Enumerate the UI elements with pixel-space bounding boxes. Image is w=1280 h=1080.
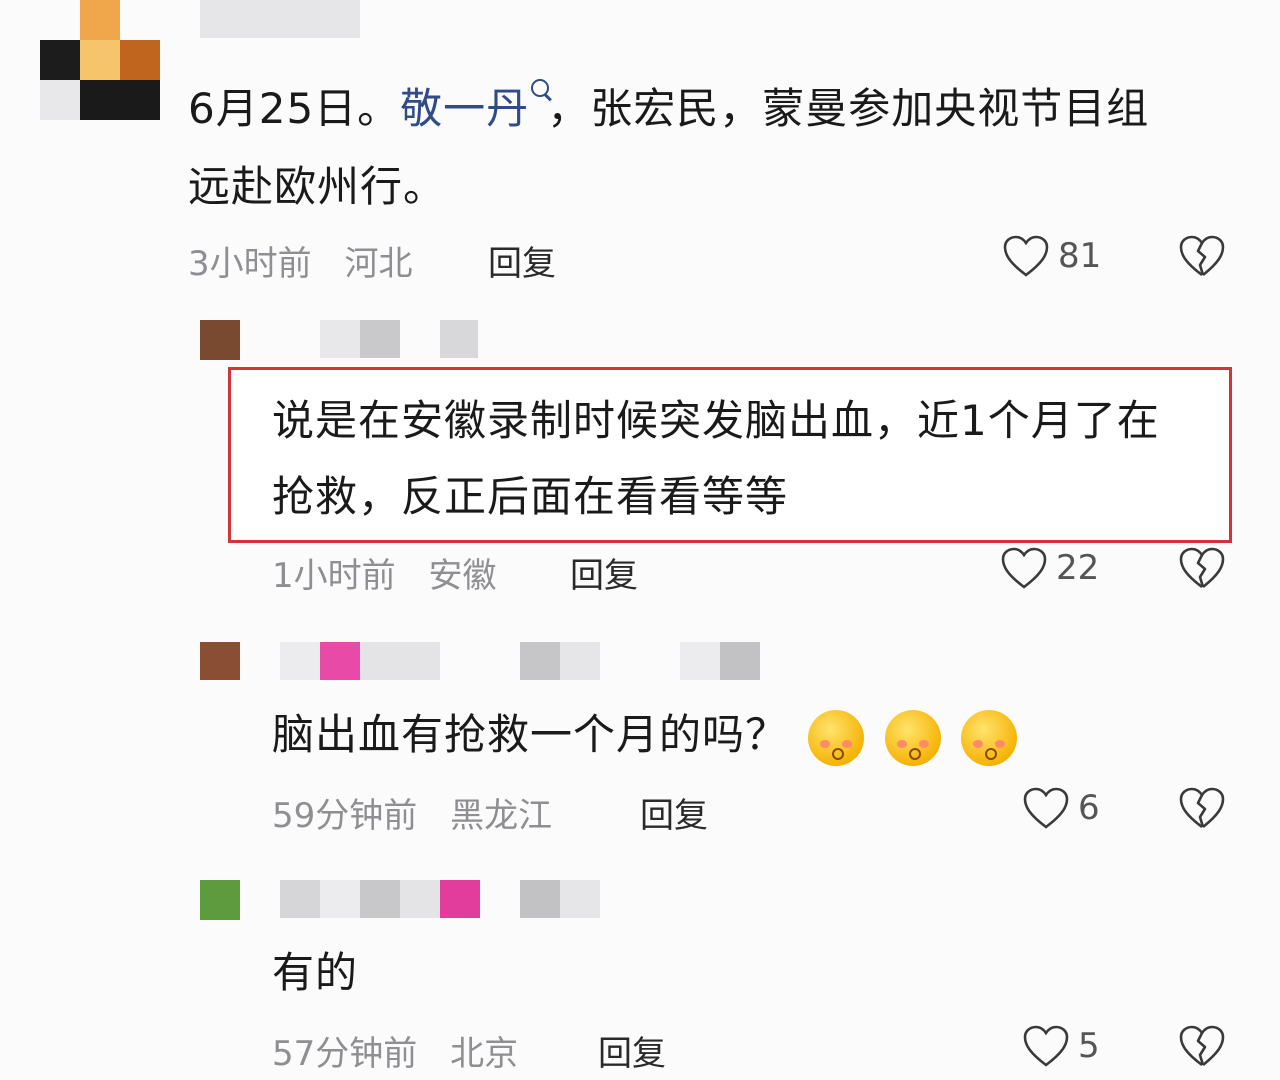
timestamp: 3小时前 [188,244,312,284]
topic-link[interactable]: 敬一丹 [400,79,550,133]
avatar[interactable] [200,320,240,360]
username-redacted-2 [520,880,600,918]
dislike-button[interactable] [1178,234,1226,282]
search-icon [531,79,550,97]
comment-text: 有的 [272,948,359,997]
username-redacted-3 [680,642,760,680]
broken-heart-icon [1179,1025,1225,1067]
like-button[interactable]: 5 [1022,1024,1100,1068]
heart-icon [1003,235,1049,277]
dislike-button[interactable] [1178,1024,1226,1072]
dislike-button[interactable] [1178,786,1226,834]
avatar[interactable] [200,880,240,920]
broken-heart-icon [1179,547,1225,589]
like-button[interactable]: 22 [1000,546,1099,590]
reply-button[interactable]: 回复 [598,1026,666,1075]
avatar[interactable] [200,642,240,680]
like-count: 6 [1078,788,1100,828]
reply-button[interactable]: 回复 [640,788,708,837]
comment-text: 说是在安徽录制时候突发脑出血，近1个月了在 [272,396,1160,445]
comment-meta: 57分钟前 北京 [272,1026,540,1075]
heart-icon [1023,787,1069,829]
username-redacted[interactable] [280,880,480,918]
location: 北京 [450,1034,519,1074]
like-button[interactable]: 81 [1002,234,1101,278]
comment-meta: 59分钟前 黑龙江 [272,788,574,837]
username-redacted-2 [440,320,478,358]
username-redacted[interactable] [200,0,360,38]
comment-meta: 3小时前 河北 [188,236,434,285]
username-redacted[interactable] [320,320,400,358]
heart-icon [1001,547,1047,589]
like-count: 5 [1078,1026,1100,1066]
heart-icon [1023,1025,1069,1067]
emoji-icon [961,709,1018,766]
timestamp: 59分钟前 [272,796,418,836]
dislike-button[interactable] [1178,546,1226,594]
broken-heart-icon [1179,787,1225,829]
emoji-icon [808,709,865,766]
reply-button[interactable]: 回复 [488,236,556,285]
reply-button[interactable]: 回复 [570,548,638,597]
username-redacted-2 [520,642,600,680]
broken-heart-icon [1179,235,1225,277]
location: 黑龙江 [450,796,553,836]
comment-text: 6月25日。敬一丹 ，张宏民，蒙曼参加央视节目组 [188,70,1149,148]
avatar[interactable] [40,0,160,120]
comment-text-line2: 远赴欧州行。 [188,162,447,211]
timestamp: 57分钟前 [272,1034,418,1074]
location: 河北 [344,244,413,284]
comment-text: 脑出血有抢救一个月的吗？ [272,696,1018,774]
like-count: 81 [1058,236,1102,276]
comment-meta: 1小时前 安徽 [272,548,518,597]
comment-text-line2: 抢救，反正后面在看看等等 [272,472,789,521]
like-button[interactable]: 6 [1022,786,1100,830]
location: 安徽 [428,556,497,596]
username-redacted[interactable] [280,642,440,680]
like-count: 22 [1056,548,1100,588]
emoji-icon [884,709,941,766]
timestamp: 1小时前 [272,556,396,596]
